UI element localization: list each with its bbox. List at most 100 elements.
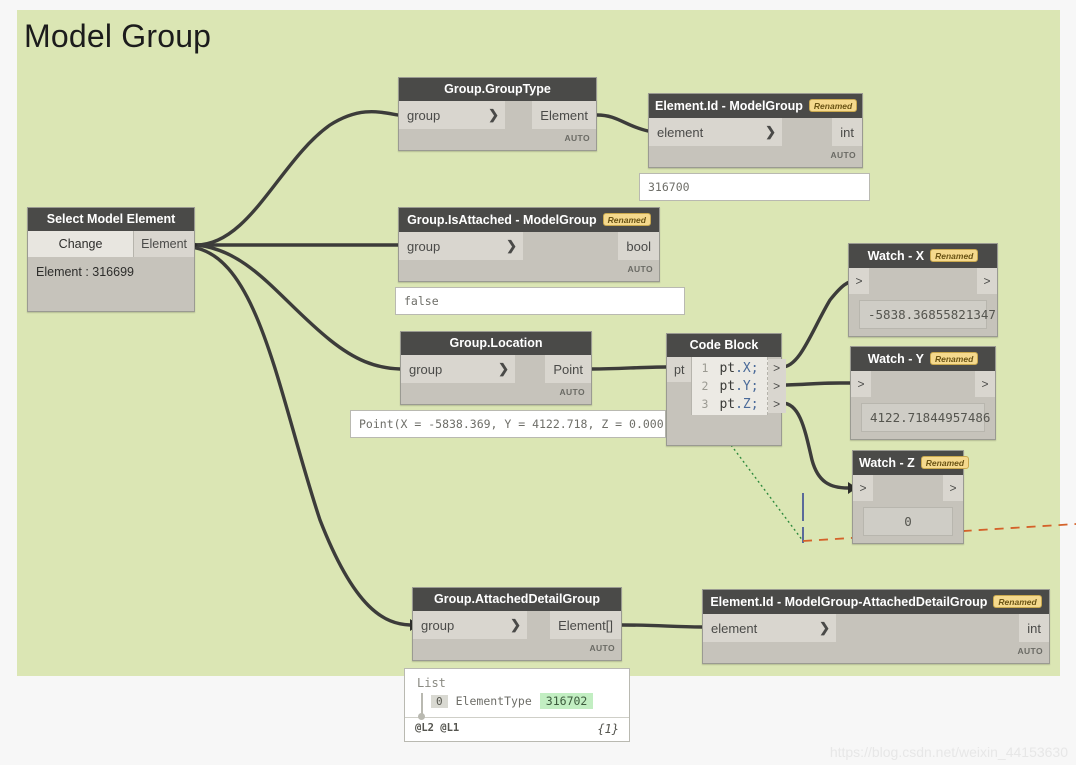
renamed-badge: Renamed bbox=[808, 99, 858, 112]
output-port-point[interactable]: Point bbox=[545, 355, 591, 383]
node-element-id-attached[interactable]: Element.Id - ModelGroup-AttachedDetailGr… bbox=[702, 589, 1050, 664]
output-port[interactable]: > bbox=[977, 268, 997, 294]
node-title-text: Watch - Y bbox=[867, 352, 924, 366]
node-watch-y[interactable]: Watch - Y Renamed > > 4122.71844957486 bbox=[850, 346, 996, 440]
code-editor[interactable]: 1 pt.X; 2 pt.Y; 3 pt.Z; bbox=[691, 357, 768, 415]
code-line-text: pt.X; bbox=[719, 360, 759, 376]
preview-bubble-element-id-modelgroup: 316700 bbox=[639, 173, 870, 201]
list-index: 0 bbox=[431, 694, 448, 708]
node-group-attacheddetailgroup[interactable]: Group.AttachedDetailGroup group ❯ Elemen… bbox=[412, 587, 622, 661]
port-spacer bbox=[869, 268, 977, 294]
node-title: Element.Id - ModelGroup Renamed bbox=[649, 94, 862, 118]
list-preview-title: List bbox=[417, 676, 446, 690]
node-footer bbox=[849, 329, 997, 336]
node-title: Group.Location bbox=[401, 332, 591, 355]
watermark-text: https://blog.csdn.net/weixin_44153630 bbox=[829, 744, 1068, 760]
input-port-label: element bbox=[657, 124, 704, 140]
port-spacer bbox=[523, 232, 619, 260]
watch-value: -5838.36855821347 bbox=[859, 300, 996, 329]
input-port-group[interactable]: group ❯ bbox=[401, 355, 515, 383]
node-footer bbox=[851, 432, 995, 439]
code-line-number: 1 bbox=[701, 361, 709, 375]
input-port-group[interactable]: group ❯ bbox=[399, 101, 505, 129]
code-line: 1 pt.X; bbox=[692, 359, 766, 377]
lacing-auto-label: AUTO bbox=[649, 146, 862, 167]
code-line-number: 2 bbox=[701, 379, 709, 393]
output-port-int[interactable]: int bbox=[832, 118, 862, 146]
node-title-text: Element.Id - ModelGroup-AttachedDetailGr… bbox=[710, 595, 988, 609]
node-watch-x[interactable]: Watch - X Renamed > > -5838.36855821347 bbox=[848, 243, 998, 337]
node-title: Group.GroupType bbox=[399, 78, 596, 101]
node-title-text: Watch - Z bbox=[859, 456, 915, 470]
group-title: Model Group bbox=[24, 18, 212, 54]
output-port[interactable]: > bbox=[975, 371, 995, 397]
renamed-badge: Renamed bbox=[930, 352, 979, 365]
node-footer bbox=[853, 536, 963, 543]
port-spacer bbox=[527, 611, 551, 639]
lacing-auto-label: AUTO bbox=[413, 639, 621, 660]
node-group-isattached[interactable]: Group.IsAttached - ModelGroup Renamed gro… bbox=[398, 207, 660, 282]
input-port-label: group bbox=[409, 361, 443, 377]
output-port-z[interactable]: > bbox=[767, 395, 786, 413]
list-dot bbox=[418, 713, 425, 720]
watch-value: 0 bbox=[863, 507, 953, 536]
chevron-right-icon: ❯ bbox=[510, 617, 521, 632]
lacing-auto-label: AUTO bbox=[703, 642, 1049, 663]
port-spacer bbox=[873, 475, 943, 501]
output-port-y[interactable]: > bbox=[767, 377, 786, 395]
port-spacer bbox=[871, 371, 975, 397]
code-line-text: pt.Y; bbox=[719, 378, 759, 394]
output-port-bool[interactable]: bool bbox=[618, 232, 659, 260]
list-levels-label: @L2 @L1 bbox=[415, 722, 460, 734]
renamed-badge: Renamed bbox=[920, 456, 970, 469]
node-code-block[interactable]: Code Block pt 1 pt.X; 2 pt.Y; 3 pt.Z; > … bbox=[666, 333, 786, 446]
node-group-grouptype[interactable]: Group.GroupType group ❯ Element AUTO bbox=[398, 77, 597, 151]
renamed-badge: Renamed bbox=[930, 249, 979, 262]
node-title: Group.AttachedDetailGroup bbox=[413, 588, 621, 611]
node-select-model-element[interactable]: Select Model Element Change Element Elem… bbox=[27, 207, 195, 312]
node-title: Watch - X Renamed bbox=[849, 244, 997, 268]
node-group-location[interactable]: Group.Location group ❯ Point AUTO bbox=[400, 331, 592, 405]
input-port-pt[interactable]: pt bbox=[667, 357, 692, 382]
code-line-number: 3 bbox=[701, 397, 709, 411]
input-port-label: element bbox=[711, 620, 758, 636]
change-button[interactable]: Change bbox=[28, 231, 135, 257]
input-port-label: group bbox=[407, 238, 441, 254]
input-port-element[interactable]: element ❯ bbox=[649, 118, 782, 146]
code-line-text: pt.Z; bbox=[719, 396, 759, 412]
output-port-element[interactable]: Element bbox=[532, 101, 596, 129]
input-port-element[interactable]: element ❯ bbox=[703, 614, 836, 642]
input-port-label: group bbox=[421, 617, 455, 633]
input-port-group[interactable]: group ❯ bbox=[413, 611, 527, 639]
lacing-auto-label: AUTO bbox=[399, 129, 596, 150]
input-port[interactable]: > bbox=[849, 268, 869, 294]
node-title-text: Group.IsAttached - ModelGroup bbox=[407, 213, 597, 227]
node-title: Group.IsAttached - ModelGroup Renamed bbox=[399, 208, 659, 232]
list-count-label: {1} bbox=[597, 722, 619, 736]
input-port-label: group bbox=[407, 107, 441, 123]
node-title: Select Model Element bbox=[28, 208, 194, 231]
output-port-element[interactable]: Element bbox=[134, 231, 194, 257]
list-item-value: 316702 bbox=[539, 693, 594, 709]
port-spacer bbox=[515, 355, 546, 383]
input-port[interactable]: > bbox=[853, 475, 873, 501]
input-port[interactable]: > bbox=[851, 371, 871, 397]
chevron-right-icon: ❯ bbox=[498, 361, 509, 376]
output-port[interactable]: > bbox=[943, 475, 963, 501]
output-port-x[interactable]: > bbox=[767, 359, 786, 377]
node-title-text: Watch - X bbox=[867, 249, 925, 263]
watch-value: 4122.71844957486 bbox=[861, 403, 990, 432]
chevron-right-icon: ❯ bbox=[506, 238, 517, 253]
preview-bubble-location: Point(X = -5838.369, Y = 4122.718, Z = 0… bbox=[350, 410, 666, 438]
renamed-badge: Renamed bbox=[602, 213, 651, 226]
node-watch-z[interactable]: Watch - Z Renamed > > 0 bbox=[852, 450, 970, 544]
dynamo-canvas: Model Group Select Model Element Change … bbox=[0, 0, 1076, 765]
node-element-id-modelgroup[interactable]: Element.Id - ModelGroup Renamed element ❯… bbox=[648, 93, 863, 168]
port-spacer bbox=[782, 118, 833, 146]
preview-bubble-isattached: false bbox=[395, 287, 685, 315]
port-spacer bbox=[505, 101, 533, 129]
output-port-element-array[interactable]: Element[] bbox=[550, 611, 621, 639]
input-port-group[interactable]: group ❯ bbox=[399, 232, 523, 260]
list-item: 0 ElementType 316702 bbox=[417, 693, 619, 709]
output-port-int[interactable]: int bbox=[1019, 614, 1049, 642]
